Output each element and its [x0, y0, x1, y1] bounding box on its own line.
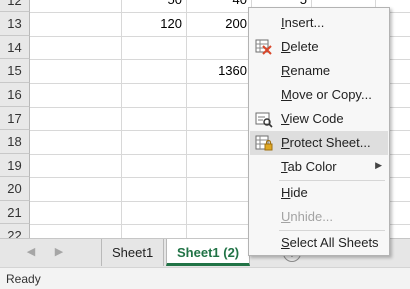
cell-value[interactable]: 120	[122, 12, 182, 35]
cell-value[interactable]: 1360	[187, 59, 247, 82]
access-key: M	[281, 87, 292, 102]
sheet-context-menu: Insert... Delete Rename Move or Copy...	[248, 7, 390, 256]
sheet-tab-sheet1[interactable]: Sheet1	[101, 239, 165, 266]
menu-item-protect-sheet[interactable]: Protect Sheet...	[250, 131, 388, 155]
status-bar: Ready	[0, 267, 410, 289]
cell-value[interactable]: 40	[187, 0, 247, 11]
cell-value[interactable]: 200	[187, 12, 247, 35]
scroll-tabs-left-icon[interactable]: ◀	[24, 245, 38, 258]
row-header-13[interactable]: 13	[0, 12, 30, 36]
row-header-12[interactable]: 12	[0, 0, 30, 12]
menu-item-label: elect All Sheets	[289, 235, 379, 250]
menu-item-hide[interactable]: Hide	[250, 181, 388, 205]
row-header-21[interactable]: 21	[0, 201, 30, 224]
menu-item-move-or-copy[interactable]: Move or Copy...	[250, 83, 388, 107]
menu-item-insert[interactable]: Insert...	[250, 11, 388, 35]
menu-item-label: iew Code	[289, 111, 344, 126]
status-text: Ready	[6, 272, 41, 286]
access-key: S	[281, 235, 290, 250]
access-key: D	[281, 39, 291, 54]
view-code-icon	[255, 110, 273, 128]
menu-item-view-code[interactable]: View Code	[250, 107, 388, 131]
row-header-16[interactable]: 16	[0, 83, 30, 107]
row-header-17[interactable]: 17	[0, 107, 30, 130]
gridline	[121, 0, 122, 240]
menu-item-label: rotect Sheet...	[289, 135, 371, 150]
gridline	[186, 0, 187, 240]
menu-item-label: ove or Copy...	[291, 87, 372, 102]
delete-sheet-icon	[255, 38, 273, 56]
access-key: H	[281, 185, 291, 200]
row-header-18[interactable]: 18	[0, 130, 30, 154]
cell-value[interactable]: 50	[122, 0, 182, 11]
submenu-arrow-icon: ▶	[375, 160, 382, 170]
menu-item-label: elete	[290, 39, 319, 54]
protect-sheet-icon	[255, 134, 273, 152]
menu-item-tab-color[interactable]: Tab Color ▶	[250, 155, 388, 179]
menu-item-unhide: Unhide...	[250, 205, 388, 229]
menu-item-label: ename	[290, 63, 331, 78]
menu-item-delete[interactable]: Delete	[250, 35, 388, 59]
access-key: R	[281, 63, 291, 78]
access-key: U	[281, 209, 291, 224]
scroll-tabs-right-icon[interactable]: ▶	[52, 245, 66, 258]
sheet-tab-sheet1-2[interactable]: Sheet1 (2)	[166, 239, 251, 266]
menu-item-label: ab Color	[287, 159, 337, 174]
menu-item-select-all-sheets[interactable]: Select All Sheets	[250, 231, 388, 255]
access-key: P	[281, 135, 290, 150]
menu-item-label: ide	[290, 185, 308, 200]
row-header-20[interactable]: 20	[0, 177, 30, 201]
menu-item-rename[interactable]: Rename	[250, 59, 388, 83]
row-header-14[interactable]: 14	[0, 36, 30, 59]
menu-item-label: nsert...	[284, 15, 325, 30]
menu-item-label: nhide...	[290, 209, 334, 224]
row-header-19[interactable]: 19	[0, 154, 30, 177]
row-header-15[interactable]: 15	[0, 59, 30, 83]
